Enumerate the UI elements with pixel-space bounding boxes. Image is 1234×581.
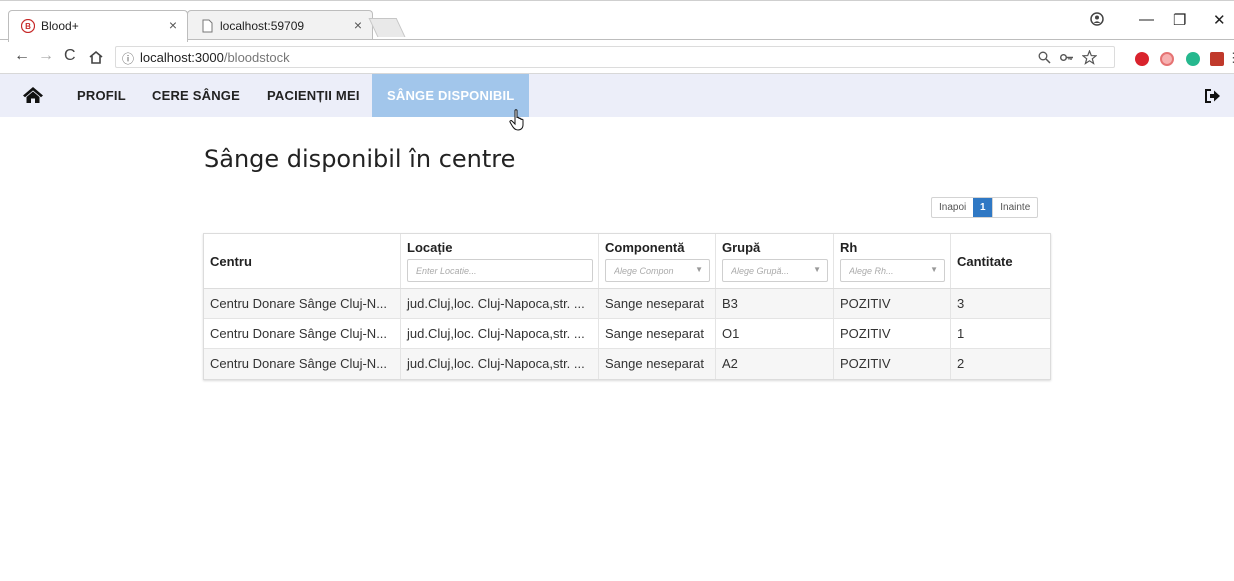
blood-favicon-icon: B [21, 19, 35, 33]
column-header-locatie[interactable]: Locație Enter Locatie... [401, 234, 599, 288]
extension-app-icon[interactable] [1210, 52, 1224, 66]
url-host: localhost:3000 [140, 50, 224, 65]
componenta-filter-select[interactable]: Alege Compon ▼ [605, 259, 710, 282]
adblock-extension-icon[interactable] [1135, 52, 1149, 66]
filter-placeholder: Alege Compon [614, 266, 674, 276]
minimize-button[interactable]: — [1139, 11, 1154, 28]
next-page-button[interactable]: Inainte [992, 198, 1037, 217]
table-row[interactable]: Centru Donare Sânge Cluj-N... jud.Cluj,l… [204, 349, 1050, 379]
page-icon [202, 19, 213, 33]
column-header-cantitate[interactable]: Cantitate [951, 234, 1050, 288]
chevron-down-icon: ▼ [695, 265, 703, 274]
home-browser-icon[interactable] [88, 50, 104, 65]
cell-componenta: Sange neseparat [599, 349, 716, 379]
current-page-button[interactable]: 1 [973, 198, 993, 217]
filter-placeholder: Enter Locatie... [416, 266, 477, 276]
column-header-centru[interactable]: Centru [204, 234, 401, 288]
back-icon[interactable]: ← [14, 47, 30, 65]
cell-locatie: jud.Cluj,loc. Cluj-Napoca,str. ... [401, 319, 599, 348]
column-header-rh[interactable]: Rh Alege Rh... ▼ [834, 234, 951, 288]
column-header-grupa[interactable]: Grupă Alege Grupă... ▼ [716, 234, 834, 288]
browser-tab-blood[interactable]: B Blood+ × [8, 10, 188, 42]
cell-cantitate: 3 [957, 296, 965, 311]
cell-grupa: O1 [716, 319, 834, 348]
browser-toolbar: ← → C ⓘ localhost:3000/bloodstock ⋮ [0, 40, 1234, 74]
cell-rh: POZITIV [834, 349, 951, 379]
cell-rh: POZITIV [834, 319, 951, 348]
table-row[interactable]: Centru Donare Sânge Cluj-N... jud.Cluj,l… [204, 289, 1050, 319]
table-header: Centru Locație Enter Locatie... Componen… [204, 234, 1050, 289]
profile-icon[interactable] [1090, 12, 1104, 26]
cell-rh: POZITIV [834, 289, 951, 318]
close-tab-icon[interactable]: × [169, 17, 177, 33]
star-icon[interactable] [1082, 50, 1097, 65]
browser-tab-bar: B Blood+ × localhost:59709 × — ❐ ✕ [0, 0, 1234, 42]
pagination: Inapoi 1 Inainte [931, 197, 1039, 218]
locatie-filter-input[interactable]: Enter Locatie... [407, 259, 593, 282]
svg-text:B: B [25, 22, 31, 31]
chevron-down-icon: ▼ [813, 265, 821, 274]
cell-componenta: Sange neseparat [599, 289, 716, 318]
column-label: Cantitate [957, 254, 1013, 269]
logout-icon[interactable] [1205, 89, 1221, 103]
cell-grupa: B3 [716, 289, 834, 318]
grupa-filter-select[interactable]: Alege Grupă... ▼ [722, 259, 828, 282]
table-row[interactable]: Centru Donare Sânge Cluj-N... jud.Cluj,l… [204, 319, 1050, 349]
cell-locatie: jud.Cluj,loc. Cluj-Napoca,str. ... [401, 349, 599, 379]
browser-tab-localhost[interactable]: localhost:59709 × [187, 10, 373, 41]
extension-m-icon[interactable] [1186, 52, 1200, 66]
tab-title: localhost:59709 [220, 19, 305, 33]
cell-componenta: Sange neseparat [599, 319, 716, 348]
cell-centru: Centru Donare Sânge Cluj-N... [204, 289, 401, 318]
cell-locatie: jud.Cluj,loc. Cluj-Napoca,str. ... [401, 289, 599, 318]
filter-placeholder: Alege Rh... [849, 266, 894, 276]
url-text: localhost:3000/bloodstock [140, 50, 290, 65]
url-path: /bloodstock [223, 50, 290, 65]
nav-item-profil[interactable]: PROFIL [77, 74, 126, 117]
menu-kebab-icon[interactable]: ⋮ [1227, 50, 1234, 66]
chevron-down-icon: ▼ [930, 265, 938, 274]
address-bar[interactable]: ⓘ localhost:3000/bloodstock [115, 46, 1115, 68]
maximize-button[interactable]: ❐ [1173, 11, 1186, 29]
extension-icon[interactable] [1160, 52, 1174, 66]
column-header-componenta[interactable]: Componentă Alege Compon ▼ [599, 234, 716, 288]
cell-centru: Centru Donare Sânge Cluj-N... [204, 319, 401, 348]
filter-placeholder: Alege Grupă... [731, 266, 790, 276]
info-icon[interactable]: ⓘ [122, 50, 134, 67]
column-label: Componentă [605, 240, 685, 255]
column-label: Grupă [722, 240, 761, 255]
close-window-button[interactable]: ✕ [1213, 11, 1226, 29]
rh-filter-select[interactable]: Alege Rh... ▼ [840, 259, 945, 282]
column-label: Locație [407, 240, 453, 255]
app-navbar: PROFIL CERE SÂNGE PACIENȚII MEI SÂNGE DI… [0, 74, 1234, 117]
cell-cantitate: 2 [957, 356, 965, 371]
close-tab-icon[interactable]: × [354, 17, 362, 33]
nav-item-pacientii-mei[interactable]: PACIENȚII MEI [267, 74, 360, 117]
reload-icon[interactable]: C [64, 47, 76, 65]
tab-title: Blood+ [41, 19, 79, 33]
hand-cursor-icon [509, 109, 524, 131]
blood-stock-table: Centru Locație Enter Locatie... Componen… [203, 233, 1051, 380]
cell-cantitate: 1 [957, 326, 965, 341]
key-icon[interactable] [1060, 52, 1074, 63]
column-label: Centru [210, 254, 252, 269]
new-tab-button[interactable] [368, 18, 406, 37]
zoom-icon[interactable] [1038, 51, 1051, 64]
nav-item-cere-sange[interactable]: CERE SÂNGE [152, 74, 240, 117]
page-title: Sânge disponibil în centre [204, 145, 516, 173]
column-label: Rh [840, 240, 858, 255]
cell-centru: Centru Donare Sânge Cluj-N... [204, 349, 401, 379]
forward-icon[interactable]: → [38, 47, 54, 65]
cell-grupa: A2 [716, 349, 834, 379]
prev-page-button[interactable]: Inapoi [932, 198, 973, 217]
nav-item-sange-disponibil[interactable]: SÂNGE DISPONIBIL [372, 74, 530, 117]
home-icon[interactable] [22, 86, 44, 104]
